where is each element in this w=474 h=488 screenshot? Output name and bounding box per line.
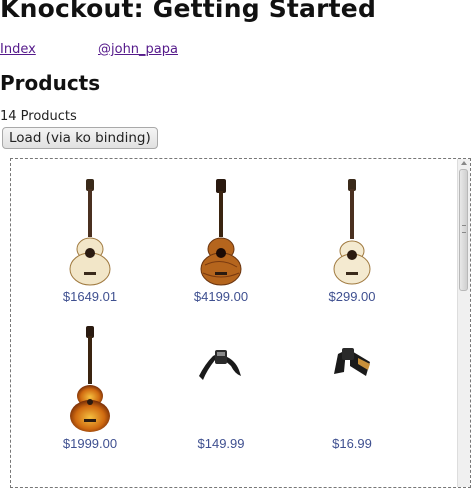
product-price: $1999.00	[62, 436, 118, 451]
product-card[interactable]: $4199.00	[166, 177, 276, 317]
product-price: $4199.00	[193, 289, 249, 304]
product-card[interactable]: $1999.00	[35, 324, 145, 464]
product-count: 14 Products	[0, 109, 77, 124]
product-price: $149.99	[197, 436, 245, 451]
products-grid: $1649.01 $4199.00 $299.00 $1999.00 $149.…	[11, 159, 461, 487]
scroll-up-arrow-icon[interactable]	[461, 161, 467, 165]
twelve-string-guitar-image	[200, 179, 242, 286]
products-heading: Products	[0, 71, 101, 95]
page-title: Knockout: Getting Started	[0, 0, 377, 23]
nav-link-index[interactable]: Index	[0, 42, 36, 57]
product-card[interactable]: $299.00	[297, 177, 407, 317]
nav-link-john-papa[interactable]: @john_papa	[98, 42, 178, 57]
leather-guitar-strap-image	[334, 348, 370, 376]
products-scrollbar[interactable]	[457, 159, 470, 487]
grip-icon	[462, 225, 466, 233]
load-products-button[interactable]: Load (via ko binding)	[2, 127, 158, 149]
products-panel: $1649.01 $4199.00 $299.00 $1999.00 $149.…	[10, 158, 471, 488]
product-price: $1649.01	[62, 289, 118, 304]
black-guitar-strap-image	[199, 350, 241, 380]
sunburst-guitar-image	[70, 326, 110, 432]
mini-acoustic-guitar-image	[333, 179, 371, 285]
scroll-thumb[interactable]	[459, 169, 468, 291]
product-price: $299.00	[328, 289, 376, 304]
product-card[interactable]: $1649.01	[35, 177, 145, 317]
product-price: $16.99	[332, 436, 372, 451]
acoustic-guitar-natural-image	[69, 179, 111, 286]
product-card[interactable]: $16.99	[297, 324, 407, 464]
product-card[interactable]: $149.99	[166, 324, 276, 464]
